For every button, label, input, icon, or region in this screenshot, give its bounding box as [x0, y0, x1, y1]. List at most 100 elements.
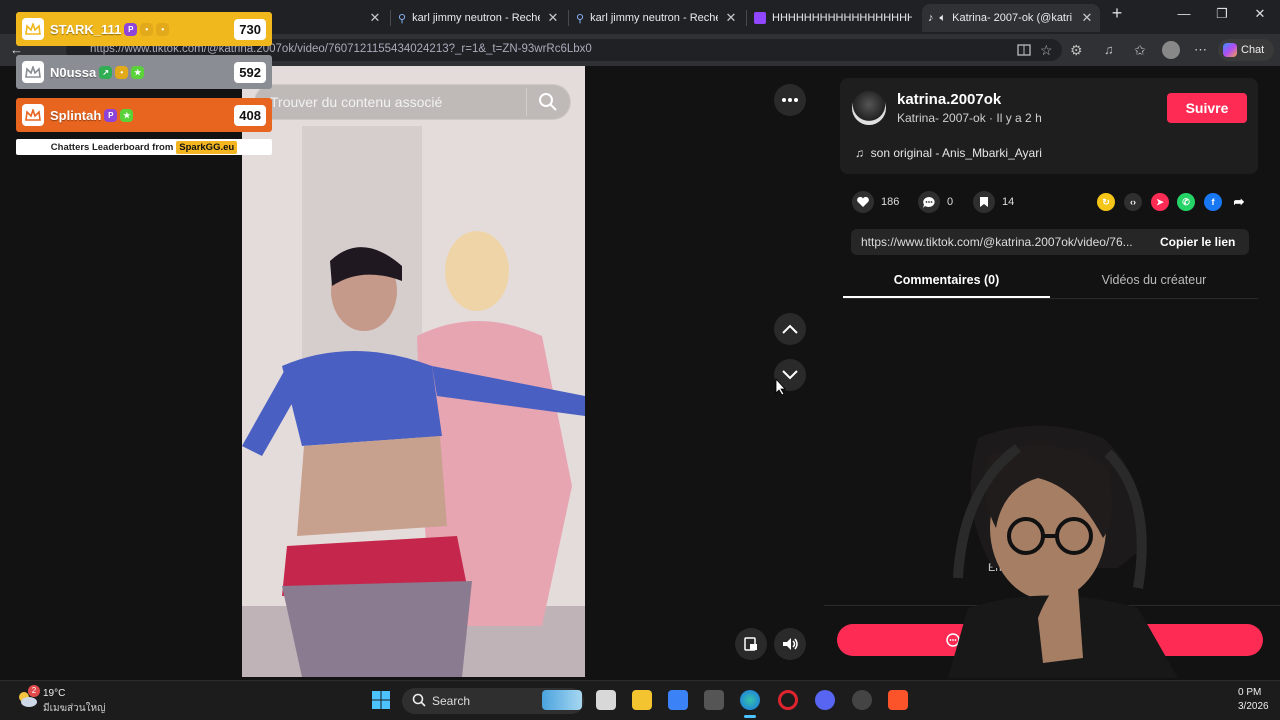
windows-start-icon[interactable] [371, 690, 391, 710]
picture-in-picture-icon[interactable] [735, 628, 767, 660]
facebook-icon[interactable]: f [1204, 193, 1222, 211]
leaderboard-brand: SparkGG.eu [176, 140, 238, 154]
opera-icon[interactable] [778, 690, 798, 710]
music-info[interactable]: ♫ son original - Anis_Mbarki_Ayari [855, 146, 1042, 160]
crown-icon [22, 18, 44, 40]
tabs-divider [843, 298, 1258, 299]
music-note-icon: ♫ [855, 146, 871, 160]
weather-description: มีเมฆส่วนใหญ่ [43, 703, 106, 714]
app-icon[interactable] [704, 690, 724, 710]
search-icon[interactable] [538, 92, 558, 112]
repost-icon[interactable]: ↻ [1097, 193, 1115, 211]
crown-icon [22, 104, 44, 126]
creator-avatar[interactable] [852, 91, 886, 125]
taskbar-search-icon [412, 693, 426, 707]
window-close-icon[interactable]: ✕ [1248, 6, 1272, 22]
steam-icon[interactable] [852, 690, 872, 710]
share-arrow-icon[interactable]: ➦ [1230, 193, 1248, 211]
video-frame-illustration [242, 66, 585, 677]
microsoft-store-icon[interactable] [668, 690, 688, 710]
profile-avatar-icon[interactable] [1162, 41, 1180, 59]
chatter-score: 730 [234, 18, 266, 40]
media-icon[interactable]: ♫ [1104, 42, 1120, 58]
tab-search-2[interactable]: ⚲ karl jimmy neutron - Recherch ✕ [570, 4, 744, 32]
chatter-score: 408 [234, 104, 266, 126]
video-player[interactable] [242, 66, 585, 677]
minimize-icon[interactable]: — [1172, 6, 1196, 21]
discord-icon[interactable] [815, 690, 835, 710]
copilot-chat-button[interactable]: Chat [1218, 39, 1274, 61]
related-search-placeholder: Trouver du contenu associé [270, 94, 443, 110]
volume-icon[interactable] [774, 628, 806, 660]
tab-twitch-2[interactable]: HHHHHHHHHHHHHHHHHHH [748, 4, 918, 32]
tab-label: karl jimmy neutron - Recherch [412, 12, 540, 24]
new-tab-button[interactable]: + [1105, 3, 1129, 24]
tab-close-icon[interactable]: ✕ [546, 10, 560, 26]
extensions-icon[interactable]: ⚙ [1070, 42, 1086, 58]
tab-close-icon[interactable]: ✕ [1080, 10, 1094, 26]
send-icon[interactable]: ➤ [1151, 193, 1169, 211]
whatsapp-icon[interactable]: ✆ [1177, 193, 1195, 211]
creator-username[interactable]: katrina.2007ok [897, 91, 1001, 108]
badge-icon: ★ [131, 65, 145, 79]
maximize-icon[interactable]: ❐ [1210, 6, 1234, 22]
edge-browser-icon[interactable] [740, 690, 760, 710]
bookmark-icon[interactable] [973, 191, 995, 213]
clock-date[interactable]: 3/2026 [1238, 701, 1269, 712]
tab-tiktok-active[interactable]: ♪ 🔈︎ Katrina- 2007-ok (@katri ✕ [922, 4, 1100, 32]
task-view-icon[interactable] [596, 690, 616, 710]
chatter-score: 592 [234, 61, 266, 83]
chatter-name: STARK_111 [50, 21, 122, 37]
speaker-icon[interactable]: 🔈︎ [940, 12, 947, 25]
tab-label: karl jimmy neutron - Recherch [590, 12, 718, 24]
comment-count: 0 [947, 196, 954, 208]
tab-search-1[interactable]: ⚲ karl jimmy neutron - Recherch ✕ [392, 4, 566, 32]
tab-separator [746, 10, 747, 26]
copilot-icon [1223, 43, 1237, 57]
tab-comments[interactable]: Commentaires (0) [843, 273, 1050, 287]
comment-bubble-icon[interactable] [918, 191, 940, 213]
search-highlight-icon [542, 690, 582, 710]
tiktok-favicon-icon: ♪ [928, 12, 934, 24]
like-heart-icon[interactable] [852, 191, 874, 213]
brave-icon[interactable] [888, 690, 908, 710]
leaderboard-row: N0ussa ↗ • ★ 592 [16, 55, 272, 89]
badge-icon: P [124, 22, 138, 36]
leaderboard-row: STARK_111 P • • 730 [16, 12, 272, 46]
like-count: 186 [881, 196, 900, 208]
badge-icon: ★ [120, 108, 134, 122]
badge-icon: • [115, 65, 129, 79]
twitch-favicon-icon [754, 12, 766, 24]
more-menu-icon[interactable]: ⋯ [1194, 42, 1210, 58]
follow-button[interactable]: Suivre [1167, 93, 1247, 123]
leaderboard-footer-text: Chatters Leaderboard from [50, 141, 174, 153]
split-screen-icon[interactable] [1016, 42, 1032, 58]
previous-video-icon[interactable] [774, 313, 806, 345]
badge-icon: • [156, 22, 170, 36]
weather-temperature: 19°C [43, 688, 66, 699]
tab-separator [390, 10, 391, 26]
save-count: 14 [1002, 196, 1015, 208]
share-link-text[interactable]: https://www.tiktok.com/@katrina.2007ok/v… [861, 235, 1145, 249]
badge-icon: ↗ [99, 65, 113, 79]
tab-label: HHHHHHHHHHHHHHHHHHH [772, 12, 912, 24]
webcam-overlay [918, 418, 1218, 678]
favorite-star-icon[interactable]: ☆ [1040, 42, 1056, 58]
tab-close-icon[interactable]: ✕ [368, 10, 382, 26]
weather-alert-badge: 2 [28, 685, 40, 697]
file-explorer-icon[interactable] [632, 690, 652, 710]
creator-subline: Katrina- 2007-ok · Il y a 2 h [897, 111, 1042, 125]
chatter-name: Splintah [50, 107, 102, 123]
favorites-icon[interactable]: ✩ [1134, 42, 1150, 58]
badge-icon: • [140, 22, 154, 36]
tab-close-icon[interactable]: ✕ [724, 10, 738, 26]
leaderboard-row: Splintah P ★ 408 [16, 98, 272, 132]
music-title: son original - Anis_Mbarki_Ayari [870, 146, 1042, 160]
search-favicon-icon: ⚲ [398, 12, 407, 25]
clock-time[interactable]: 0 PM [1238, 687, 1261, 698]
copy-link-button[interactable]: Copier le lien [1160, 235, 1235, 249]
tab-label: Katrina- 2007-ok (@katri [952, 12, 1073, 24]
tab-creator-videos[interactable]: Vidéos du créateur [1050, 273, 1258, 287]
more-options-icon[interactable] [774, 84, 806, 116]
embed-code-icon[interactable]: ‹› [1124, 193, 1142, 211]
